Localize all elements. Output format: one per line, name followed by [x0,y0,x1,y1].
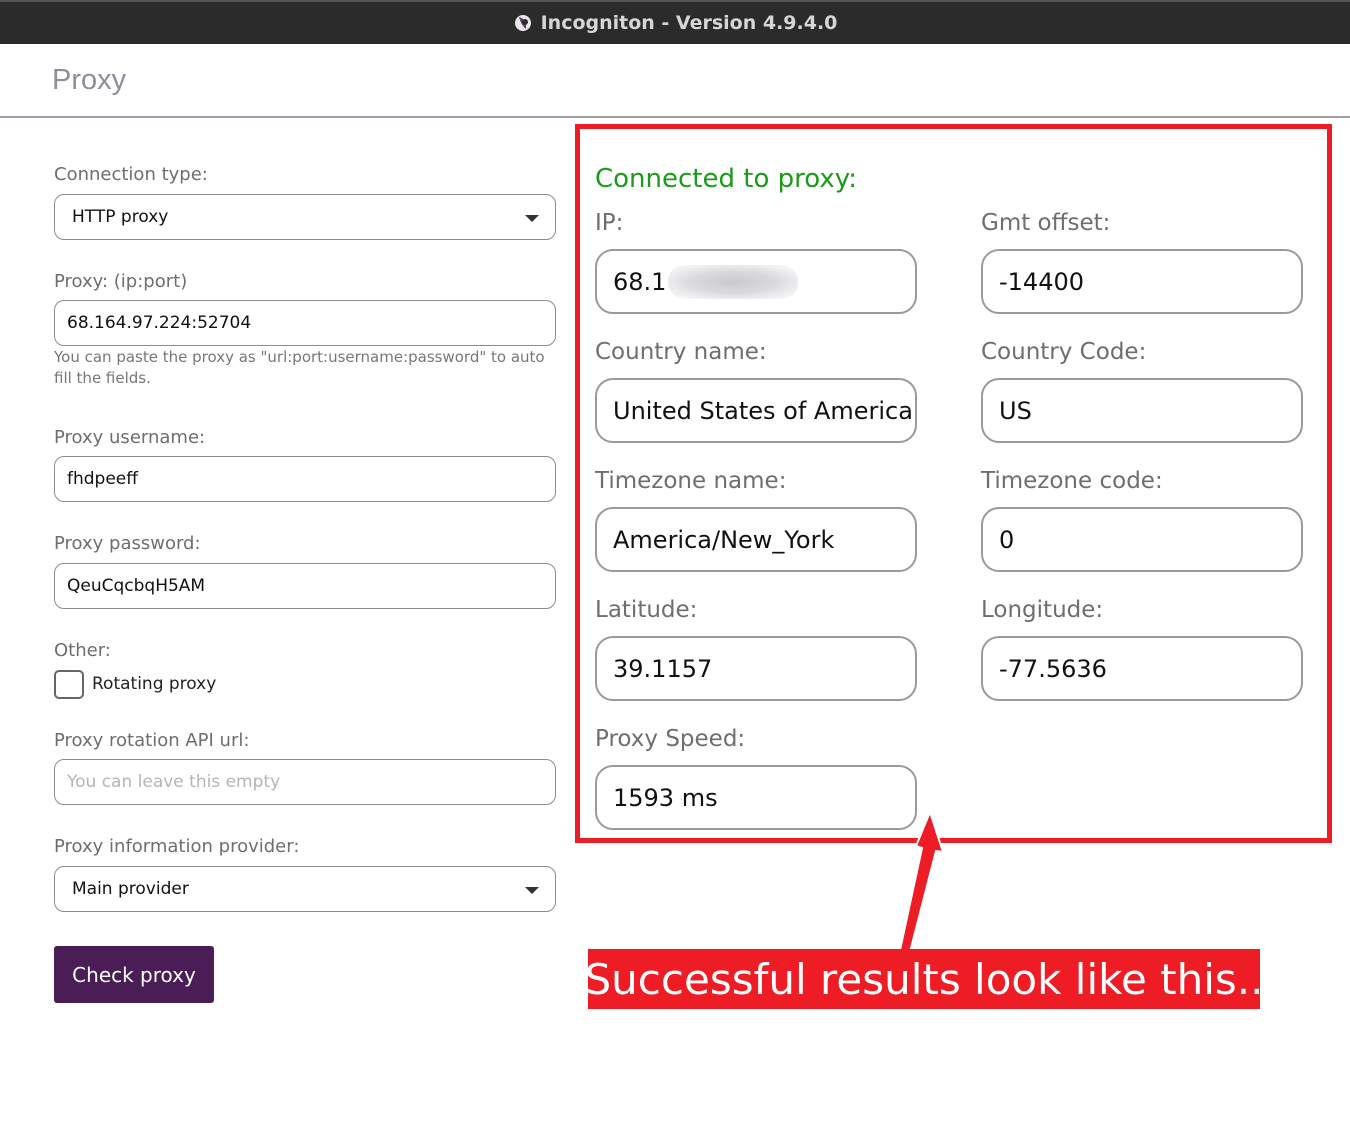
timezone-code-value: 0 [999,525,1015,554]
proxy-username-wrapper [54,456,556,502]
incogniton-logo-icon [514,15,531,31]
proxy-password-wrapper [54,563,556,609]
latitude-value: 39.1157 [613,654,713,683]
gmt-offset-value: -14400 [999,267,1085,296]
timezone-name-value: America/New_York [613,525,835,554]
proxy-speed-label: Proxy Speed: [595,726,746,752]
chevron-down-icon [525,887,539,894]
latitude-label: Latitude: [595,597,698,623]
rotation-url-wrapper [54,759,556,805]
info-provider-select[interactable]: Main provider [54,866,556,912]
info-provider-value: Main provider [72,879,189,899]
chevron-down-icon [525,215,539,222]
proxy-speed-value: 1593 ms [613,783,718,812]
ip-field[interactable]: 68.1 [595,249,917,314]
annotation-banner: Successful results look like this.. [585,949,1264,1009]
connection-status: Connected to proxy: [595,164,858,194]
window-titlebar: Incogniton - Version 4.9.4.0 [0,0,1350,44]
rotating-proxy-checkbox[interactable] [54,670,84,699]
proxy-label: Proxy: (ip:port) [54,271,188,292]
proxy-hint: You can paste the proxy as "url:port:use… [54,348,545,387]
timezone-code-label: Timezone code: [981,468,1163,494]
gmt-offset-label: Gmt offset: [981,210,1111,236]
country-code-value: US [999,396,1032,425]
proxy-username-input[interactable] [67,469,543,489]
longitude-value: -77.5636 [999,654,1107,683]
connection-type-value: HTTP proxy [72,207,169,227]
timezone-name-label: Timezone name: [595,468,787,494]
longitude-field[interactable]: -77.5636 [981,636,1303,701]
rotation-url-input[interactable] [67,772,543,792]
window-title: Incogniton - Version 4.9.4.0 [540,12,838,34]
proxy-input[interactable] [67,313,543,333]
proxy-input-wrapper [54,300,556,346]
ip-label: IP: [595,210,624,236]
proxy-username-label: Proxy username: [54,427,206,448]
page-header: Proxy [0,44,1350,118]
timezone-name-field[interactable]: America/New_York [595,507,917,572]
country-name-field[interactable]: United States of America [595,378,917,443]
longitude-label: Longitude: [981,597,1104,623]
country-code-field[interactable]: US [981,378,1303,443]
country-name-value: United States of America [613,396,913,425]
proxy-password-input[interactable] [67,576,543,596]
gmt-offset-field[interactable]: -14400 [981,249,1303,314]
check-proxy-button[interactable]: Check proxy [54,946,214,1003]
proxy-speed-field[interactable]: 1593 ms [595,765,917,830]
other-label: Other: [54,640,111,661]
rotation-url-label: Proxy rotation API url: [54,730,250,751]
redaction-blur [668,264,799,299]
page-title: Proxy [52,64,127,96]
connection-type-select[interactable]: HTTP proxy [54,194,556,240]
info-provider-label: Proxy information provider: [54,836,300,857]
proxy-password-label: Proxy password: [54,533,201,554]
country-code-label: Country Code: [981,339,1147,365]
country-name-label: Country name: [595,339,767,365]
rotating-proxy-label[interactable]: Rotating proxy [92,674,216,694]
timezone-code-field[interactable]: 0 [981,507,1303,572]
ip-value: 68.1 [613,267,667,296]
latitude-field[interactable]: 39.1157 [595,636,917,701]
connection-type-label: Connection type: [54,164,208,185]
